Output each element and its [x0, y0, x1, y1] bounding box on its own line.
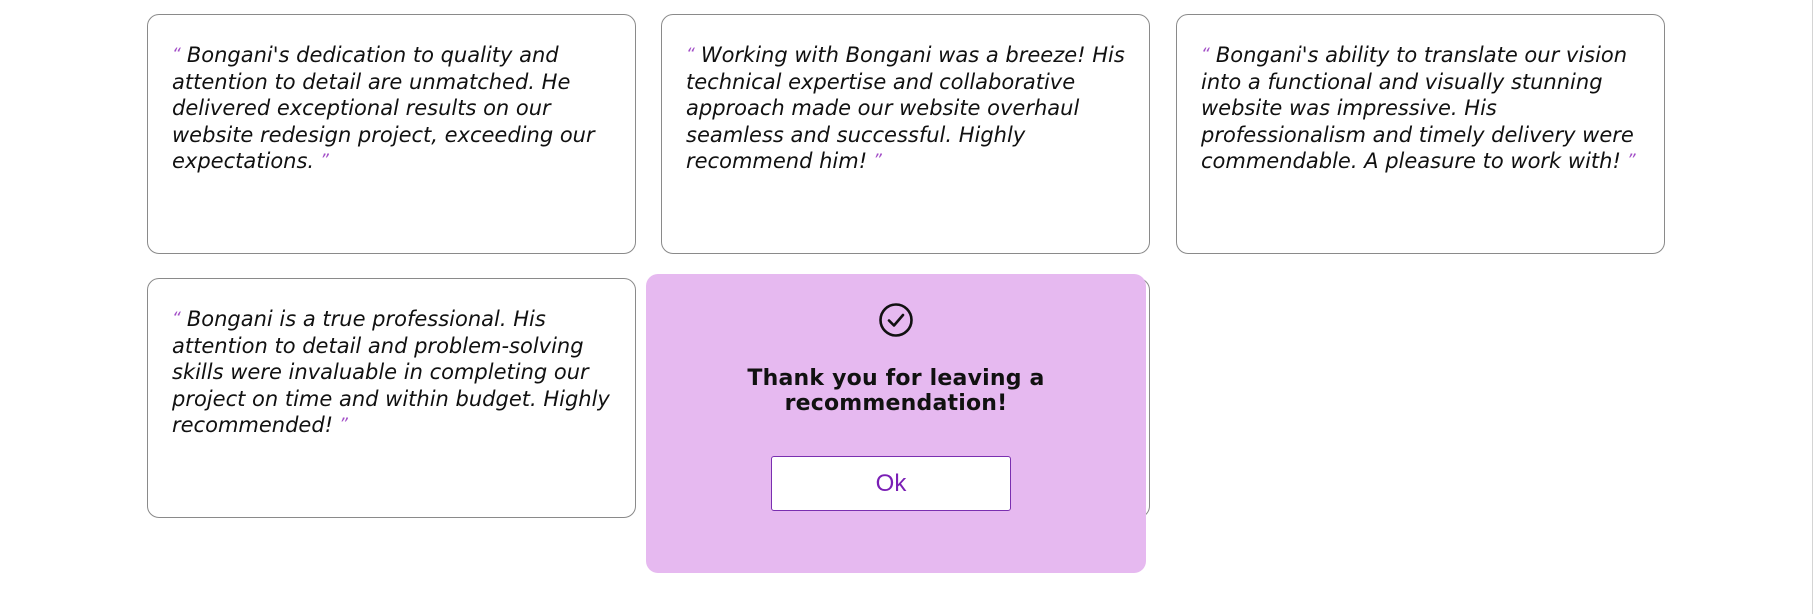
- testimonial-card: “Bongani is a true professional. His att…: [147, 278, 636, 518]
- testimonial-body: Bongani's dedication to quality and atte…: [172, 43, 595, 173]
- testimonial-card: “Working with Bongani was a breeze! His …: [661, 14, 1150, 254]
- close-quote-icon: ”: [873, 151, 882, 171]
- open-quote-icon: “: [686, 45, 695, 65]
- open-quote-icon: “: [172, 45, 181, 65]
- testimonial-card: “Bongani's ability to translate our visi…: [1176, 14, 1665, 254]
- close-quote-icon: ”: [320, 151, 329, 171]
- recommendation-success-modal: Thank you for leaving a recommendation! …: [646, 274, 1146, 573]
- close-quote-icon: ”: [1626, 151, 1636, 171]
- testimonial-text: “Bongani's dedication to quality and att…: [172, 42, 611, 175]
- open-quote-icon: “: [172, 309, 181, 329]
- testimonial-card: “Bongani's dedication to quality and att…: [147, 14, 636, 254]
- modal-message: Thank you for leaving a recommendation!: [747, 366, 1045, 416]
- open-quote-icon: “: [1201, 45, 1210, 65]
- testimonial-text: “Bongani's ability to translate our visi…: [1201, 42, 1640, 175]
- testimonial-body: Bongani is a true professional. His atte…: [172, 307, 610, 437]
- ok-button[interactable]: Ok: [771, 456, 1011, 511]
- page-scrollbar-edge: [1812, 0, 1817, 614]
- testimonial-text: “Bongani is a true professional. His att…: [172, 306, 611, 439]
- testimonial-body: Working with Bongani was a breeze! His t…: [686, 43, 1125, 173]
- close-quote-icon: ”: [339, 415, 348, 435]
- testimonial-body: Bongani's ability to translate our visio…: [1201, 43, 1634, 173]
- testimonial-text: “Working with Bongani was a breeze! His …: [686, 42, 1125, 175]
- check-circle-icon: [879, 303, 913, 337]
